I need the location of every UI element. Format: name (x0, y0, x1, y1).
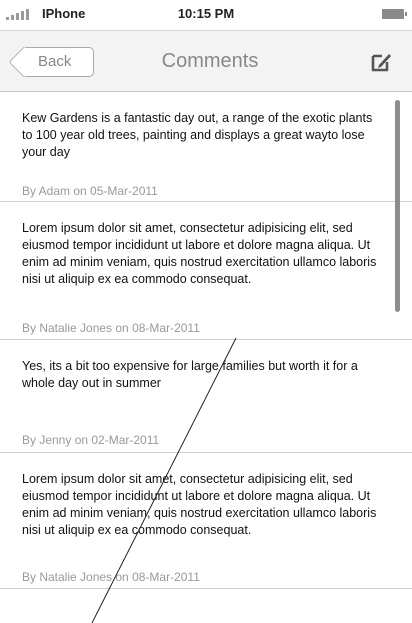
comment-author-date: By Adam on 05-Mar-2011 (22, 184, 158, 198)
comment-item[interactable]: Yes, its a bit too expensive for large f… (0, 340, 412, 453)
comment-text: Kew Gardens is a fantastic day out, a ra… (22, 111, 373, 159)
scrollbar[interactable] (395, 100, 400, 312)
battery-icon (382, 9, 407, 19)
comment-list[interactable]: Kew Gardens is a fantastic day out, a ra… (0, 92, 412, 623)
navigation-bar: Back Comments (0, 31, 412, 92)
comment-item[interactable]: Kew Gardens is a fantastic day out, a ra… (0, 92, 412, 202)
back-button-label: Back (38, 53, 72, 70)
comment-author-date: By Natalie Jones on 08-Mar-2011 (22, 321, 200, 335)
status-time: 10:15 PM (177, 6, 235, 21)
comment-text: Lorem ipsum dolor sit amet, consectetur … (22, 472, 377, 537)
compose-icon[interactable] (370, 51, 392, 73)
comment-item[interactable]: Lorem ipsum dolor sit amet, consectetur … (0, 202, 412, 340)
comment-item[interactable]: Lorem ipsum dolor sit amet, consectetur … (0, 453, 412, 589)
status-bar: IPhone 10:15 PM (0, 0, 412, 31)
comment-text: Yes, its a bit too expensive for large f… (22, 359, 358, 390)
comment-author-date: By Jenny on 02-Mar-2011 (22, 433, 160, 447)
back-button[interactable]: Back (24, 47, 94, 77)
comment-text: Lorem ipsum dolor sit amet, consectetur … (22, 221, 377, 286)
comment-author-date: By Natalie Jones on 08-Mar-2011 (22, 570, 200, 584)
page-title: Comments (161, 50, 259, 72)
